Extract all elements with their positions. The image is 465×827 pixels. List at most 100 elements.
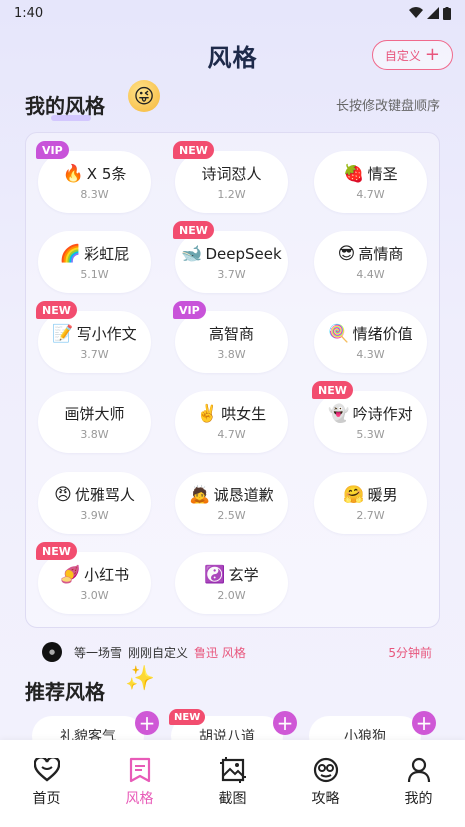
style-chip-label: 🍓 情圣: [343, 163, 397, 184]
vip-badge: VIP: [173, 301, 206, 319]
custom-style-button[interactable]: 自定义 +: [371, 40, 453, 70]
style-chip[interactable]: 🌈 彩虹屁 5.1W: [38, 231, 151, 293]
style-chip[interactable]: NEW 🐋 DeepSeek 3.7W: [173, 221, 288, 293]
style-name: 优雅骂人: [74, 486, 135, 504]
style-usage-count: 1.2W: [217, 188, 246, 201]
style-name: 诚恳道歉: [213, 486, 274, 504]
style-chip[interactable]: 🍓 情圣 4.7W: [314, 151, 427, 213]
add-style-button[interactable]: +: [273, 711, 297, 735]
style-chip[interactable]: VIP 高智商 3.8W: [173, 301, 288, 373]
page-title: 风格: [207, 43, 258, 72]
style-name: 写小作文: [76, 325, 137, 343]
style-emoji-icon: 🍠: [59, 564, 82, 585]
style-chip-label: 👻 吟诗作对: [328, 403, 412, 424]
new-badge: NEW: [169, 709, 206, 725]
style-chip-label: 高智商: [209, 323, 254, 344]
activity-action: 刚刚自定义: [128, 645, 189, 660]
recommended-header: 推荐风格 ✨: [25, 664, 155, 705]
vip-badge: VIP: [36, 141, 69, 159]
style-chip-label: 画饼大师: [64, 403, 124, 424]
nav-home[interactable]: 首页: [17, 756, 77, 808]
style-chip-label: 😠 优雅骂人: [54, 484, 135, 505]
style-chip-label: 😎 高情商: [338, 243, 404, 264]
style-usage-count: 3.7W: [217, 267, 246, 281]
activity-ticker[interactable]: ● 等一场雪 刚刚自定义 鲁迅 风格 5分钟前: [42, 641, 432, 663]
style-emoji-icon: 🔥: [62, 163, 84, 184]
status-icons: [409, 6, 451, 20]
style-chip[interactable]: NEW 📝 写小作文 3.7W: [36, 301, 151, 373]
nav-screenshot[interactable]: 截图: [203, 756, 263, 808]
nav-label: 攻略: [311, 791, 340, 807]
style-usage-count: 2.0W: [217, 589, 246, 602]
style-chip[interactable]: 🍭 情绪价值 4.3W: [314, 311, 427, 373]
screenshot-icon: [219, 756, 247, 784]
style-chip[interactable]: NEW 诗词怼人 1.2W: [173, 141, 288, 213]
nav-guide[interactable]: 攻略: [296, 756, 356, 808]
style-usage-count: 3.7W: [80, 348, 109, 361]
heart-icon: [33, 756, 61, 784]
style-name: 吟诗作对: [352, 405, 413, 423]
style-emoji-icon: ✌️: [196, 403, 219, 424]
style-chip[interactable]: ☯️ 玄学 2.0W: [175, 552, 288, 614]
style-chip[interactable]: 😠 优雅骂人 3.9W: [38, 472, 151, 534]
status-time: 1:40: [14, 5, 44, 21]
sparkles-icon: ✨: [125, 664, 155, 692]
style-emoji-icon: 😠: [54, 484, 72, 505]
style-chip[interactable]: NEW 🍠 小红书 3.0W: [36, 542, 151, 614]
style-name: 哄女生: [221, 405, 267, 423]
style-chip-label: ☯️ 玄学: [204, 564, 258, 585]
style-chip-label: 🍭 情绪价值: [328, 323, 412, 344]
style-name: X 5条: [86, 165, 127, 183]
custom-style-label: 自定义: [384, 48, 421, 63]
bottom-nav: 首页 风格 截图 攻略 我的: [0, 740, 465, 827]
new-badge: NEW: [173, 221, 214, 239]
style-chip[interactable]: NEW 👻 吟诗作对 5.3W: [312, 381, 427, 453]
style-chip-label: 🔥 X 5条: [63, 163, 127, 184]
add-style-button[interactable]: +: [412, 711, 436, 735]
nav-style[interactable]: 风格: [110, 756, 170, 808]
style-chip-label: 📝 写小作文: [52, 323, 136, 344]
new-badge: NEW: [312, 381, 353, 399]
new-badge: NEW: [173, 141, 214, 159]
new-badge: NEW: [36, 542, 77, 560]
style-name: 情绪价值: [352, 325, 413, 343]
style-emoji-icon: 👻: [328, 403, 350, 424]
style-chip[interactable]: 画饼大师 3.8W: [38, 391, 151, 453]
my-styles-header: 我的风格 😜 长按修改键盘顺序: [0, 80, 465, 124]
style-emoji-icon: 🙇: [189, 484, 211, 505]
style-emoji-icon: 😎: [337, 243, 356, 264]
style-emoji-icon: 🍓: [343, 163, 365, 184]
style-name: 小红书: [84, 566, 130, 584]
style-name: 高情商: [358, 245, 404, 263]
style-usage-count: 2.7W: [356, 509, 385, 522]
style-usage-count: 3.9W: [80, 509, 109, 522]
style-usage-count: 4.3W: [356, 348, 385, 361]
style-usage-count: 5.1W: [80, 268, 109, 281]
nav-profile[interactable]: 我的: [389, 756, 449, 808]
header: 风格 自定义 +: [0, 26, 465, 84]
style-chip[interactable]: 🙇 诚恳道歉 2.5W: [175, 472, 288, 534]
style-chip[interactable]: 🤗 暖男 2.7W: [314, 472, 427, 534]
reorder-hint: 长按修改键盘顺序: [335, 98, 440, 114]
style-chip-label: 🐋 DeepSeek: [181, 244, 281, 264]
style-usage-count: 3.8W: [80, 428, 109, 441]
style-chip[interactable]: 😎 高情商 4.4W: [314, 231, 427, 293]
style-usage-count: 3.8W: [217, 348, 246, 361]
style-chip[interactable]: VIP 🔥 X 5条 8.3W: [36, 141, 151, 213]
style-usage-count: 3.0W: [80, 589, 109, 602]
add-style-button[interactable]: +: [135, 711, 159, 735]
style-chip-label: 🙇 诚恳道歉: [189, 484, 273, 505]
guide-icon: [312, 756, 340, 784]
battery-icon: [443, 6, 451, 20]
style-usage-count: 8.3W: [80, 188, 109, 201]
style-chip[interactable]: ✌️ 哄女生 4.7W: [175, 391, 288, 453]
new-badge: NEW: [36, 301, 77, 319]
style-emoji-icon: ☯️: [204, 564, 226, 585]
style-name: 高智商: [208, 325, 254, 343]
style-emoji-icon: 🍭: [328, 323, 350, 344]
style-emoji-icon: 🌈: [59, 243, 82, 264]
winking-face-icon: 😜: [128, 80, 160, 112]
style-usage-count: 4.7W: [217, 428, 246, 441]
style-name: 诗词怼人: [201, 165, 262, 183]
my-styles-title: 我的风格: [25, 90, 105, 121]
